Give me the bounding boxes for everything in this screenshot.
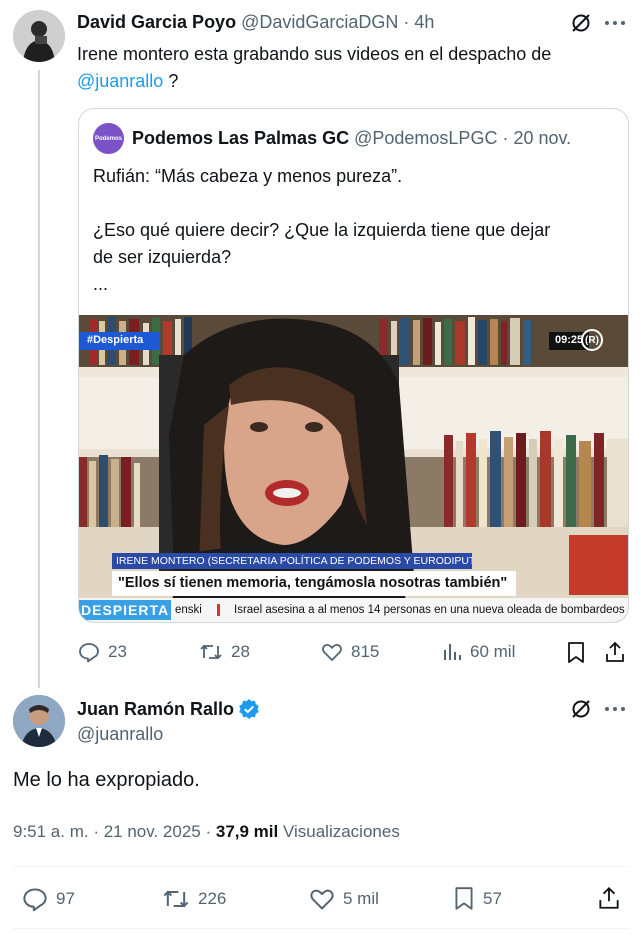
avatar[interactable] <box>13 695 65 747</box>
author-name[interactable]: Juan Ramón Rallo <box>77 699 234 720</box>
views-button[interactable]: 60 mil <box>442 641 515 663</box>
author-handle[interactable]: @DavidGarciaDGN <box>241 12 398 32</box>
reply-button[interactable]: 97 <box>22 886 75 912</box>
more-options-icon[interactable] <box>604 20 626 26</box>
like-button[interactable]: 815 <box>321 641 379 663</box>
like-button[interactable]: 5 mil <box>309 886 379 912</box>
analytics-icon <box>442 641 462 663</box>
quote-author-handle: @PodemosLPGC <box>354 128 498 148</box>
bookmark-button[interactable]: 57 <box>453 886 502 912</box>
quote-text: Rufián: “Más cabeza y menos pureza”. ¿Es… <box>93 166 551 294</box>
divider <box>13 866 629 867</box>
tweet-text: Irene montero esta grabando sus videos e… <box>77 44 552 91</box>
avatar[interactable] <box>13 10 65 62</box>
video-hashtag-badge: #Despierta <box>79 332 159 350</box>
reply-button[interactable]: 23 <box>78 641 127 663</box>
reply-icon <box>22 886 48 912</box>
mention-link[interactable]: @juanrallo <box>77 71 163 91</box>
more-options-icon[interactable] <box>604 706 626 712</box>
divider <box>13 928 629 929</box>
heart-icon <box>321 641 343 663</box>
caption-header: IRENE MONTERO (SECRETARIA POLÍTICA DE PO… <box>112 553 472 569</box>
quote-author-name: Podemos Las Palmas GC <box>132 128 350 148</box>
author-handle[interactable]: @juanrallo <box>77 724 163 745</box>
quote-avatar: Podemos <box>93 123 124 154</box>
views-count: 37,9 mil <box>215 822 279 841</box>
quote-time: · 20 nov. <box>502 128 572 148</box>
tweet-text: Me lo ha expropiado. <box>13 769 200 791</box>
news-ticker: DESPIERTA enski Israel asesina a al meno… <box>79 598 628 622</box>
bookmark-icon[interactable] <box>566 641 586 665</box>
grok-icon[interactable] <box>570 698 592 720</box>
retweet-icon <box>199 641 223 663</box>
retweet-button[interactable]: 226 <box>162 886 226 912</box>
ticker-separator <box>217 604 220 616</box>
author-name[interactable]: David Garcia Poyo <box>77 12 236 32</box>
video-thumbnail[interactable]: #Despierta 09:25 (R) IRENE MONTERO (SECR… <box>79 315 628 622</box>
post-timestamp[interactable]: 9:51 a. m. · 21 nov. 2025 · <box>13 822 216 841</box>
verified-badge-icon[interactable] <box>238 698 260 720</box>
ticker-logo: DESPIERTA <box>79 600 171 620</box>
views-label: Visualizaciones <box>278 822 400 841</box>
heart-icon <box>309 886 335 912</box>
quoted-tweet[interactable]: Podemos Podemos Las Palmas GC @PodemosLP… <box>78 108 629 623</box>
share-icon[interactable] <box>597 885 621 911</box>
channel-logo: (R) <box>581 329 603 351</box>
caption-quote: "Ellos sí tienen memoria, tengámosla nos… <box>112 571 516 596</box>
reply-icon <box>78 641 100 663</box>
retweet-button[interactable]: 28 <box>199 641 250 663</box>
grok-icon[interactable] <box>570 12 592 34</box>
bookmark-icon <box>453 886 475 912</box>
retweet-icon <box>162 886 190 912</box>
post-time[interactable]: · 4h <box>403 12 434 32</box>
thread-connector <box>38 70 40 688</box>
share-icon[interactable] <box>604 640 626 664</box>
